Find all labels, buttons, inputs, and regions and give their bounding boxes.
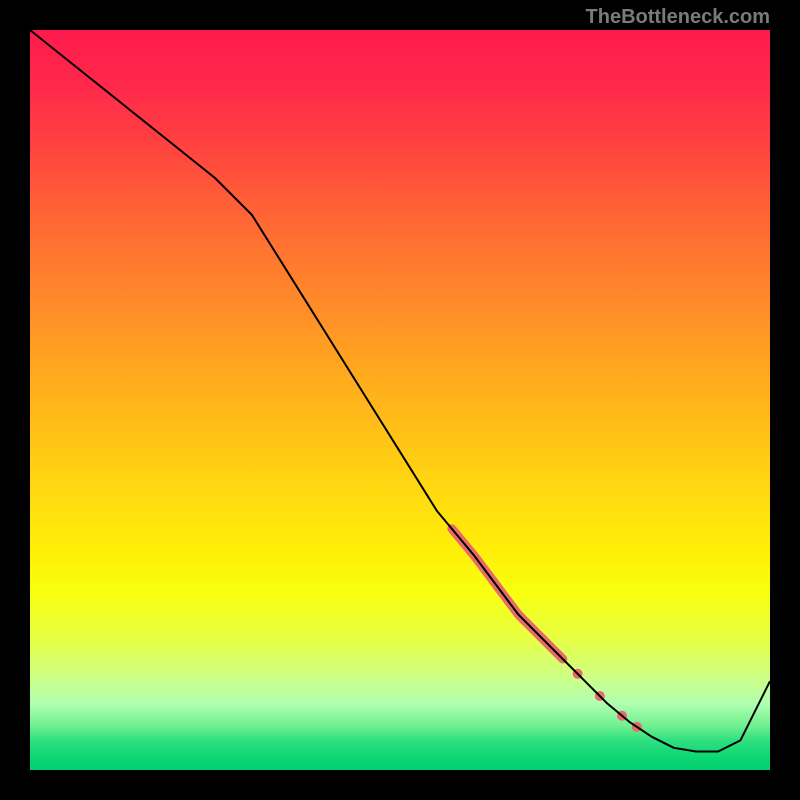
- curve-layer: [30, 30, 770, 752]
- chart-container: TheBottleneck.com: [0, 0, 800, 800]
- plot-area: [30, 30, 770, 770]
- chart-svg: [30, 30, 770, 770]
- highlight-layer: [452, 529, 642, 732]
- main-curve: [30, 30, 770, 752]
- watermark-text: TheBottleneck.com: [586, 6, 770, 29]
